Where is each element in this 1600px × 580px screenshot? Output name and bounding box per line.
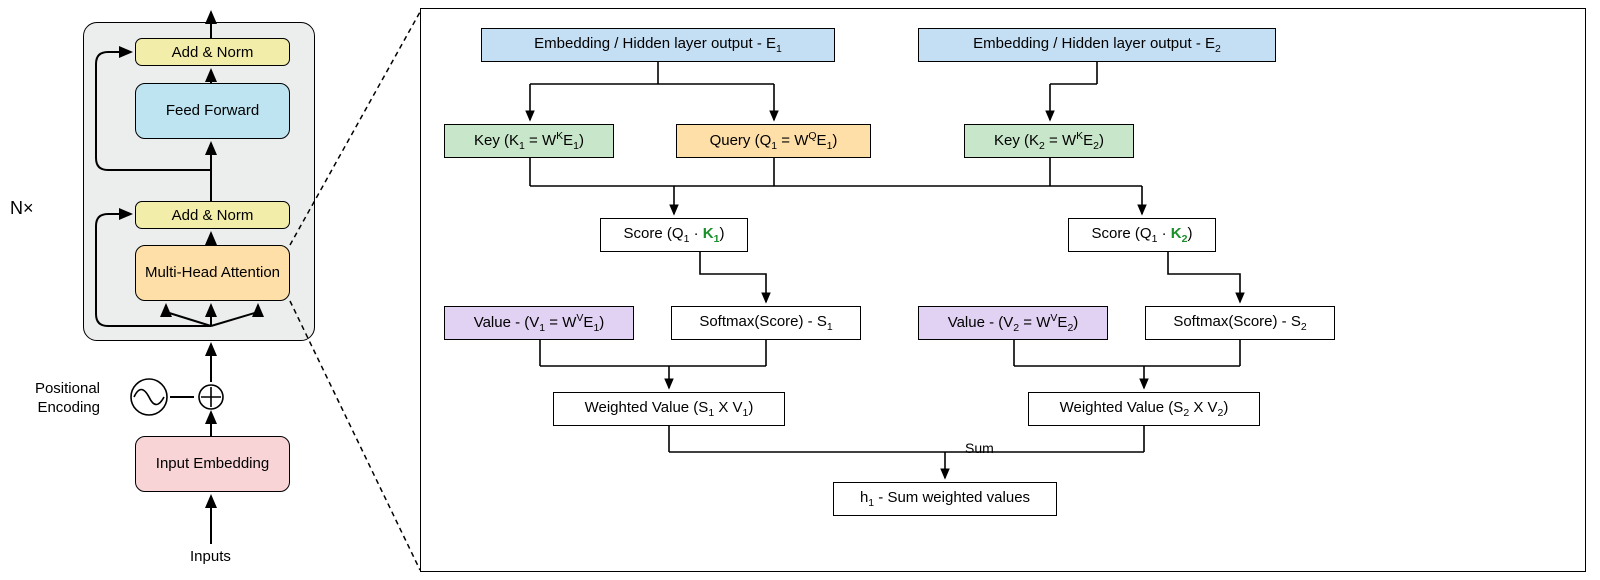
left-panel-arrows (0, 0, 420, 580)
score-1: Score (Q1 · K1) (600, 218, 748, 252)
h1-output: h1 - Sum weighted values (833, 482, 1057, 516)
score-2: Score (Q1 · K2) (1068, 218, 1216, 252)
value-1: Value - (V1 = WVE1) (444, 306, 634, 340)
key-1: Key (K1 = WKE1) (444, 124, 614, 158)
weighted-value-1: Weighted Value (S1 X V1) (553, 392, 785, 426)
softmax-2: Softmax(Score) - S2 (1145, 306, 1335, 340)
query-1: Query (Q1 = WQE1) (676, 124, 871, 158)
embedding-e1: Embedding / Hidden layer output - E1 (481, 28, 835, 62)
softmax-1: Softmax(Score) - S1 (671, 306, 861, 340)
value-2: Value - (V2 = WVE2) (918, 306, 1108, 340)
weighted-value-2: Weighted Value (S2 X V2) (1028, 392, 1260, 426)
embedding-e2: Embedding / Hidden layer output - E2 (918, 28, 1276, 62)
sum-label: Sum (965, 440, 994, 456)
key-2: Key (K2 = WKE2) (964, 124, 1134, 158)
